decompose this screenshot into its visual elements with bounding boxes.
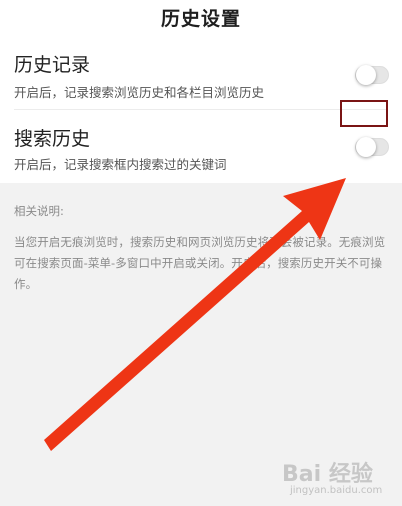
toggle-knob xyxy=(356,137,376,157)
browse-history-toggle[interactable] xyxy=(355,65,389,85)
history-settings-screen: 历史设置 历史记录 开启后，记录搜索浏览历史和各栏目浏览历史 搜索历史 开启后，… xyxy=(0,0,402,506)
setting-title: 搜索历史 xyxy=(14,128,91,150)
setting-description: 开启后，记录搜索框内搜索过的关键词 xyxy=(14,157,227,172)
notes-body: 当您开启无痕浏览时，搜索历史和网页浏览历史将不会被记录。无痕浏览可在搜索页面-菜… xyxy=(14,235,386,291)
search-history-toggle[interactable] xyxy=(355,137,389,157)
top-bar: 历史设置 xyxy=(0,0,402,34)
watermark: Bai 经验 jingyan.baidu.com xyxy=(276,452,396,500)
notes-title: 相关说明: xyxy=(14,204,64,218)
highlight-box xyxy=(340,100,388,127)
setting-title: 历史记录 xyxy=(14,54,91,76)
watermark-logo: Bai 经验 xyxy=(282,462,373,487)
setting-description: 开启后，记录搜索浏览历史和各栏目浏览历史 xyxy=(14,85,265,100)
notes-section: 相关说明: 当您开启无痕浏览时，搜索历史和网页浏览历史将不会被记录。无痕浏览可在… xyxy=(14,203,390,295)
page-title: 历史设置 xyxy=(160,8,241,30)
toggle-knob xyxy=(356,65,376,85)
watermark-subtitle: jingyan.baidu.com xyxy=(290,485,383,496)
setting-row-browse-history: 历史记录 开启后，记录搜索浏览历史和各栏目浏览历史 xyxy=(0,34,402,108)
